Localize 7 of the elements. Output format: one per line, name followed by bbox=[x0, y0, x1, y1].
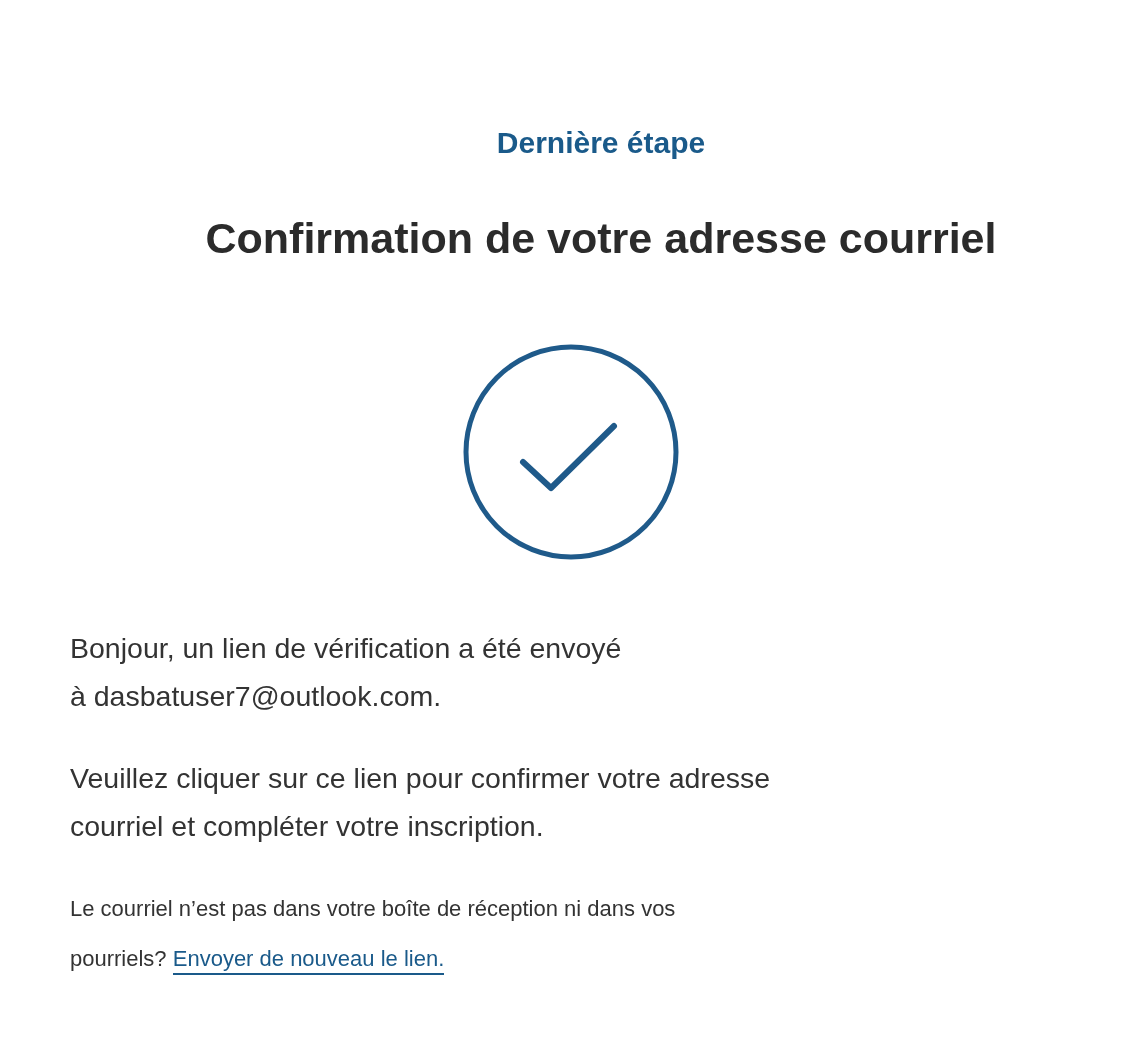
check-circle-icon bbox=[461, 342, 681, 562]
page-title: Confirmation de votre adresse courriel bbox=[204, 213, 998, 264]
step-label: Dernière étape bbox=[495, 125, 707, 161]
message-paragraph: Bonjour, un lien de vérification a été envoyé à dasbatuser7@outlook.com. bbox=[70, 631, 623, 714]
resend-link[interactable]: Envoyer de nouveau le lien. bbox=[172, 946, 445, 975]
message-paragraph: Veuillez cliquer sur ce lien pour confirmer votre adresse courriel et compléter votre inscription. bbox=[70, 761, 772, 844]
resend-note: Le courriel n’est pas dans votre boîte de réception ni dans vos pourriels? Envoyer de nouveau le lien. bbox=[70, 884, 1132, 984]
